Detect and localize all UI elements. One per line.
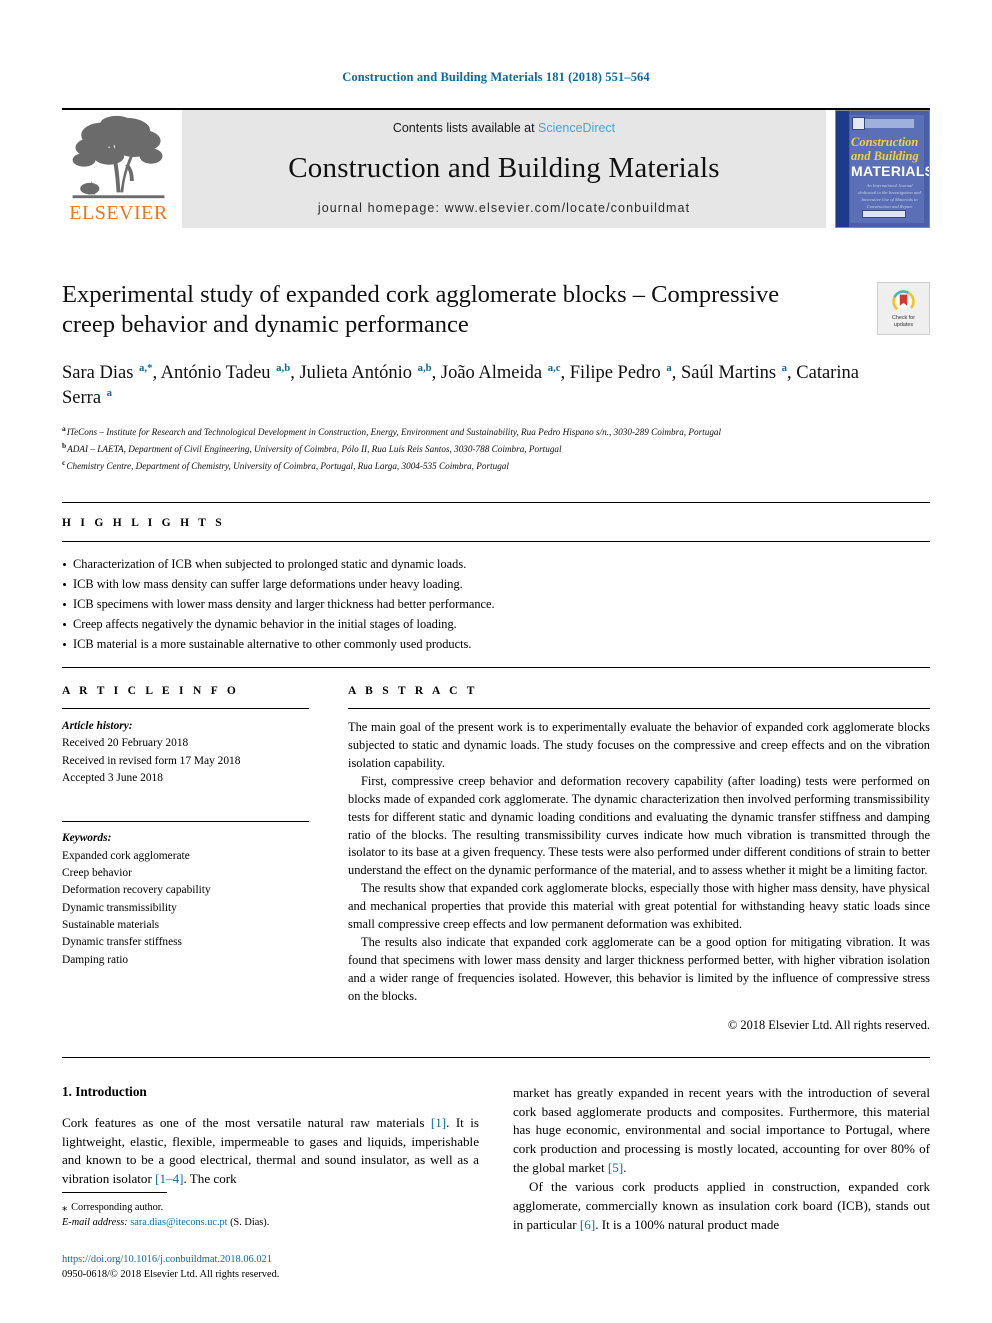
body-top-rule (62, 1056, 930, 1058)
crossmark-label-line2: updates (893, 321, 914, 328)
highlights-top-rule (62, 501, 930, 503)
info-abstract-section: A R T I C L E I N F O Article history: R… (62, 685, 930, 1033)
cover-title-text2: and Building (851, 149, 919, 163)
body-paragraph: Cork features as one of the most versati… (62, 1114, 479, 1187)
crossmark-label: Check for updates (892, 315, 915, 329)
abstract-paragraph: The main goal of the present work is to … (348, 720, 930, 770)
author-list: Sara Dias a,*, António Tadeu a,b, Juliet… (62, 362, 859, 409)
elsevier-logo: ELSEVIER (62, 110, 175, 228)
highlights-bottom-rule (62, 667, 930, 668)
affiliation-row: bADAI – LAETA, Department of Civil Engin… (62, 440, 930, 457)
corresponding-author-note: ⁎ Corresponding author. (62, 1200, 479, 1215)
email-suffix: (S. Dias). (230, 1217, 270, 1229)
cover-blurb: An International Journal dedicated to th… (858, 183, 921, 209)
affiliation-text: ITeCons – Institute for Research and Tec… (66, 426, 722, 437)
cover-spine (836, 111, 849, 227)
keyword-item: Damping ratio (62, 953, 129, 966)
abstract-heading: A B S T R A C T (348, 685, 478, 697)
keyword-item: Sustainable materials (62, 918, 160, 931)
list-item: ICB material is a more sustainable alter… (62, 634, 930, 654)
history-item: Received 20 February 2018 (62, 737, 189, 750)
article-info-column: A R T I C L E I N F O Article history: R… (62, 685, 309, 1033)
masthead-center: Contents lists available at ScienceDirec… (182, 110, 826, 228)
crossmark-badge[interactable]: Check for updates (877, 282, 930, 335)
cover-logo-square (852, 117, 865, 130)
abstract-rule (348, 708, 930, 709)
email-link[interactable]: sara.dias@itecons.uc.pt (130, 1217, 227, 1228)
column-gap (309, 685, 348, 1033)
elsevier-tree-icon (70, 114, 167, 202)
body-column-gap (479, 1084, 513, 1235)
affiliation-text: Chemistry Centre, Department of Chemistr… (66, 460, 509, 471)
crossmark-icon (892, 290, 915, 313)
abstract-paragraph: First, compressive creep behavior and de… (348, 773, 930, 878)
journal-cover-thumbnail[interactable]: Construction and Building MATERIALS An I… (835, 110, 930, 228)
list-item: Characterization of ICB when subjected t… (62, 554, 930, 574)
abstract-paragraph: The results also indicate that expanded … (348, 935, 930, 1003)
contents-lists-prefix: Contents lists available at (392, 121, 539, 135)
journal-homepage-link[interactable]: journal homepage: www.elsevier.com/locat… (318, 201, 690, 215)
sciencedirect-link[interactable]: ScienceDirect (538, 121, 615, 135)
list-item: ICB with low mass density can suffer lar… (62, 574, 930, 594)
corresponding-author-marker: ⁎ (62, 1201, 68, 1213)
body-paragraph: Of the various cork products applied in … (513, 1178, 930, 1232)
keywords-label: Keywords: (62, 832, 112, 845)
affiliation-row: aITeCons – Institute for Research and Te… (62, 423, 930, 440)
highlights-heading: H I G H L I G H T S (62, 516, 225, 529)
article-first-page: Construction and Building Materials 181 … (0, 0, 992, 1323)
article-history-label: Article history: (62, 720, 133, 732)
body-paragraph: market has greatly expanded in recent ye… (513, 1084, 930, 1176)
issn-copyright-line: 0950-0618/© 2018 Elsevier Ltd. All right… (62, 1269, 280, 1281)
affiliation-row: cChemistry Centre, Department of Chemist… (62, 457, 930, 474)
section-heading-introduction: 1. Introduction (62, 1083, 147, 1099)
corresponding-author-text: Corresponding author. (71, 1201, 164, 1213)
keywords-block: Keywords: Expanded cork agglomerate Cree… (62, 830, 309, 969)
list-item: Creep affects negatively the dynamic beh… (62, 614, 930, 634)
doi-link[interactable]: https://doi.org/10.1016/j.conbuildmat.20… (62, 1252, 479, 1268)
affiliation-marker: c (62, 457, 66, 467)
footnote-area: ⁎ Corresponding author. E-mail address: s… (62, 1191, 479, 1283)
keyword-item: Dynamic transmissibility (62, 901, 177, 914)
copyright-line: © 2018 Elsevier Ltd. All rights reserved… (727, 1017, 930, 1032)
email-label: E-mail address: (62, 1217, 128, 1229)
crossmark-label-line1: Check for (891, 314, 916, 321)
cover-title-line1: Construction and Building (851, 135, 925, 163)
highlights-mid-rule (62, 540, 930, 542)
contents-lists-line: Contents lists available at ScienceDirec… (393, 121, 615, 135)
affiliation-marker: b (62, 440, 67, 450)
cover-title-line3: MATERIALS (851, 163, 930, 179)
journal-masthead: ELSEVIER Contents lists available at Sci… (62, 110, 930, 228)
history-item: Accepted 3 June 2018 (62, 771, 163, 784)
keywords-rule (62, 821, 309, 823)
page-title: Experimental study of expanded cork aggl… (62, 281, 780, 339)
keyword-item: Creep behavior (62, 866, 132, 879)
article-history-block: Article history: Received 20 February 20… (62, 718, 309, 787)
keyword-item: Dynamic transfer stiffness (62, 936, 182, 949)
doi-block: https://doi.org/10.1016/j.conbuildmat.20… (62, 1252, 479, 1283)
affiliations: aITeCons – Institute for Research and Te… (62, 423, 930, 474)
elsevier-wordmark: ELSEVIER (69, 202, 168, 224)
history-item: Received in revised form 17 May 2018 (62, 754, 241, 767)
journal-title: Construction and Building Materials (288, 151, 720, 184)
article-info-heading: A R T I C L E I N F O (62, 685, 240, 697)
abstract-body: The main goal of the present work is to … (348, 719, 930, 1006)
affiliation-marker: a (62, 423, 66, 433)
running-head: Construction and Building Materials 181 … (342, 70, 650, 84)
abstract-paragraph: The results show that expanded cork aggl… (348, 881, 930, 932)
title-block: Experimental study of expanded cork aggl… (62, 280, 930, 344)
footnote-rule (62, 1191, 167, 1193)
highlights-list: Characterization of ICB when subjected t… (62, 554, 930, 654)
affiliation-text: ADAI – LAETA, Department of Civil Engine… (67, 443, 562, 454)
cover-title-text1: Construction (851, 135, 919, 149)
cover-footer-badge (862, 210, 906, 218)
keyword-item: Deformation recovery capability (62, 884, 211, 897)
article-info-rule (62, 708, 309, 709)
abstract-column: A B S T R A C T The main goal of the pre… (348, 685, 930, 1033)
email-note: E-mail address: sara.dias@itecons.uc.pt … (62, 1215, 479, 1230)
body-column-right: market has greatly expanded in recent ye… (513, 1084, 930, 1235)
list-item: ICB specimens with lower mass density an… (62, 594, 930, 614)
keyword-item: Expanded cork agglomerate (62, 849, 190, 862)
